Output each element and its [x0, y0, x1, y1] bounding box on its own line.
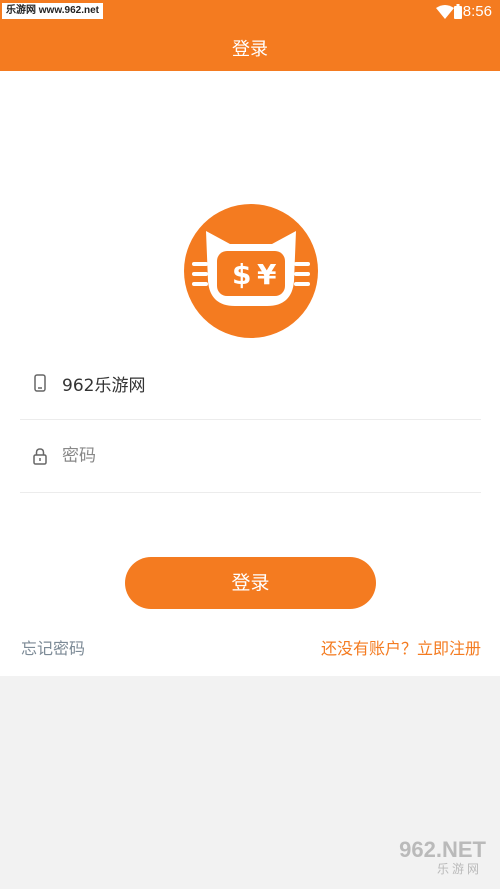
watermark-logo: 962.NET 乐游网: [378, 837, 494, 883]
password-input[interactable]: [62, 440, 462, 472]
password-field-row: [20, 420, 481, 493]
svg-text:$: $: [232, 258, 251, 291]
phone-field-row: [20, 347, 481, 420]
status-bar: 乐游网 www.962.net 8:56: [0, 0, 500, 26]
watermark-badge: 乐游网 www.962.net: [2, 3, 103, 19]
phone-input[interactable]: [62, 367, 462, 399]
watermark-sub: 乐游网: [436, 862, 482, 876]
forgot-password-link[interactable]: 忘记密码: [21, 635, 85, 659]
wifi-icon: [436, 5, 454, 19]
page-title: 登录: [232, 39, 268, 60]
phone-icon: [34, 374, 46, 392]
lock-icon: [33, 448, 47, 465]
app-header: 乐游网 www.962.net 8:56 登录: [0, 0, 500, 71]
svg-text:¥: ¥: [257, 258, 277, 291]
login-button[interactable]: 登录: [125, 557, 376, 609]
register-link[interactable]: 还没有账户？立即注册: [321, 635, 481, 659]
status-time: 8:56: [462, 3, 492, 20]
login-panel: $ ¥ 登录 忘记密码 还没有账户？立即注册: [0, 71, 500, 676]
cat-money-logo: $ ¥: [184, 204, 318, 338]
battery-icon: [454, 4, 462, 19]
